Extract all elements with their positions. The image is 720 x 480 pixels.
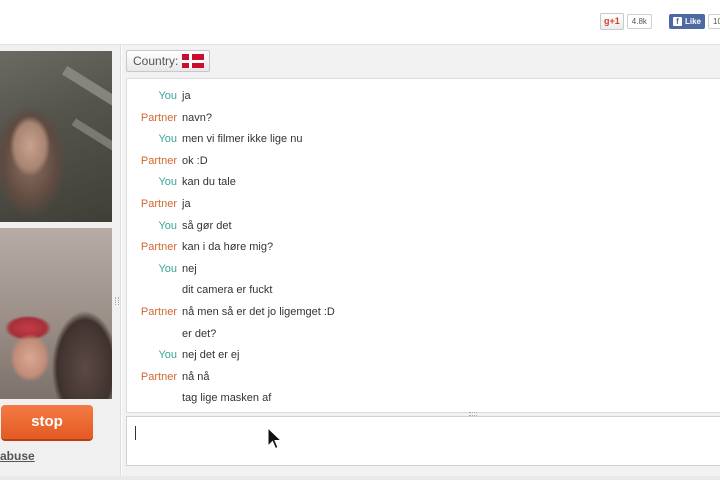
message-sender: You bbox=[158, 349, 177, 362]
chat-message: You nej det er ej bbox=[127, 345, 720, 365]
message-text: men vi filmer ikke lige nu bbox=[182, 133, 303, 146]
chat-panel: Country: You ja Partner navn? You men vi film… bbox=[122, 45, 720, 480]
chat-message: Partner ok :D bbox=[127, 151, 720, 171]
google-plus-button[interactable]: g+1 bbox=[600, 12, 624, 30]
facebook-icon: f bbox=[673, 16, 682, 26]
message-sender: You bbox=[158, 176, 177, 189]
country-button[interactable]: Country: bbox=[126, 50, 211, 72]
message-text: nå men så er det jo ligemget :D bbox=[182, 306, 335, 318]
chat-message: Partner nå nå bbox=[127, 367, 720, 387]
message-sender: Partner bbox=[140, 306, 177, 318]
message-sender: Partner bbox=[140, 154, 177, 167]
message-text: navn? bbox=[182, 111, 212, 124]
facebook-like-label: Like bbox=[685, 16, 702, 26]
chat-message: You ja bbox=[127, 86, 720, 106]
message-sender: You bbox=[158, 219, 177, 232]
message-text: nej bbox=[182, 262, 197, 275]
message-text: ok :D bbox=[182, 154, 208, 167]
message-sender: You bbox=[158, 90, 177, 102]
google-plus-widget[interactable]: g+1 4.8k bbox=[600, 12, 652, 30]
stranger-video bbox=[0, 51, 112, 222]
message-text: ja bbox=[182, 90, 191, 102]
vertical-resize-handle[interactable] bbox=[115, 297, 119, 305]
message-text: tag lige masken af bbox=[182, 392, 272, 405]
message-sender: Partner bbox=[140, 241, 177, 254]
top-bar: g+1 4.8k f Like 10 bbox=[0, 0, 720, 45]
video-sidebar: stop abuse bbox=[0, 45, 121, 480]
message-text: er det? bbox=[182, 327, 217, 340]
message-text: ja bbox=[182, 198, 191, 210]
message-text: dit camera er fuckt bbox=[182, 284, 273, 297]
chat-message: Partner ja bbox=[127, 194, 720, 214]
message-input[interactable] bbox=[126, 416, 720, 466]
chat-message: You nej bbox=[127, 259, 720, 279]
video-background-detail bbox=[71, 118, 112, 152]
mouse-pointer-icon bbox=[267, 427, 283, 450]
message-sender: Partner bbox=[140, 198, 177, 210]
message-text: nå nå bbox=[182, 370, 210, 383]
video-background-detail bbox=[61, 65, 112, 107]
chat-message: You men vi filmer ikke lige nu bbox=[127, 129, 720, 149]
chat-message: dit camera er fuckt bbox=[127, 280, 720, 300]
chat-message: Partner nå men så er det jo ligemget :D bbox=[127, 302, 720, 322]
message-sender: Partner bbox=[140, 111, 177, 124]
chat-message: Partner navn? bbox=[127, 108, 720, 128]
self-video bbox=[0, 228, 112, 399]
chat-message: You kan du tale bbox=[127, 172, 720, 192]
facebook-like-button[interactable]: f Like bbox=[669, 13, 706, 29]
chat-message: tag lige masken af bbox=[127, 388, 720, 408]
chat-message: You så gør det bbox=[127, 216, 720, 236]
chat-message: Partner kan i da høre mig? bbox=[127, 237, 720, 257]
text-caret bbox=[135, 426, 136, 440]
chat-message: er det? bbox=[127, 324, 720, 344]
message-sender: Partner bbox=[140, 370, 177, 383]
facebook-like-count: 10 bbox=[708, 13, 720, 29]
message-text: kan du tale bbox=[182, 176, 236, 189]
message-text: så gør det bbox=[182, 219, 232, 232]
message-text: nej det er ej bbox=[182, 349, 240, 362]
denmark-flag-icon bbox=[182, 54, 205, 68]
message-sender: You bbox=[158, 262, 177, 275]
message-sender: You bbox=[158, 133, 177, 146]
country-label: Country: bbox=[133, 54, 179, 68]
report-abuse-link[interactable]: abuse bbox=[0, 449, 35, 463]
google-plus-count: 4.8k bbox=[626, 13, 652, 29]
facebook-like-widget[interactable]: f Like 10 bbox=[669, 13, 720, 29]
stop-button[interactable]: stop bbox=[1, 405, 93, 439]
chat-log: You ja Partner navn? You men vi filmer ikke l… bbox=[126, 78, 720, 413]
page-bottom-border bbox=[0, 476, 720, 480]
message-text: kan i da høre mig? bbox=[182, 241, 274, 254]
